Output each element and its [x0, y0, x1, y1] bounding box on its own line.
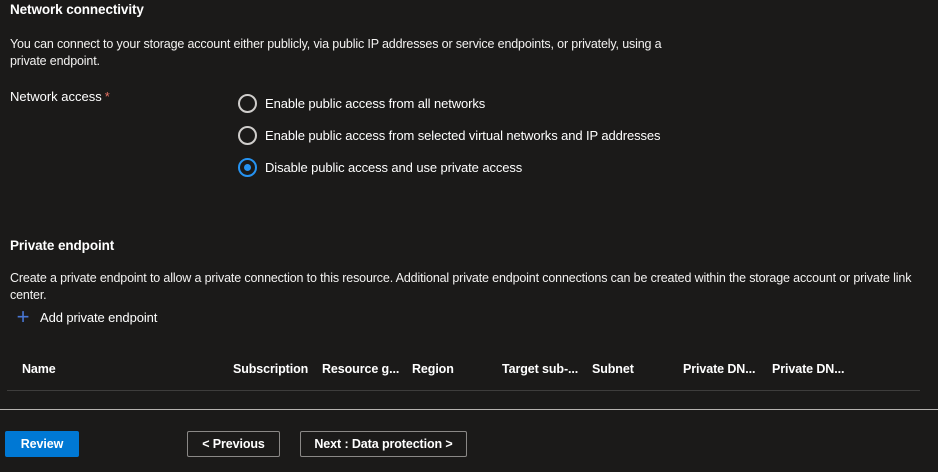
previous-button[interactable]: < Previous [187, 431, 280, 457]
radio-unselected-icon[interactable] [238, 94, 257, 113]
table-header-divider [7, 390, 920, 391]
private-endpoint-description: Create a private endpoint to allow a pri… [10, 270, 932, 304]
next-data-protection-button[interactable]: Next : Data protection > [300, 431, 467, 457]
column-header-resource-group: Resource g... [322, 362, 412, 376]
add-private-endpoint-label: Add private endpoint [40, 310, 157, 325]
radio-option-label: Enable public access from all networks [265, 96, 485, 111]
radio-dot [244, 164, 251, 171]
radio-option-label: Disable public access and use private ac… [265, 160, 522, 175]
network-access-radio-option[interactable]: Enable public access from all networks [238, 87, 660, 119]
column-header-region: Region [412, 362, 502, 376]
storage-account-networking-form: Network connectivity You can connect to … [0, 0, 938, 472]
column-header-name: Name [22, 362, 233, 376]
network-access-label-text: Network access [10, 89, 102, 104]
radio-dot [244, 132, 251, 139]
column-header-subnet: Subnet [592, 362, 683, 376]
network-access-radio-option[interactable]: Enable public access from selected virtu… [238, 119, 660, 151]
radio-dot [244, 100, 251, 107]
column-header-private-dns-1: Private DN... [683, 362, 772, 376]
radio-option-label: Enable public access from selected virtu… [265, 128, 660, 143]
add-private-endpoint-button[interactable]: + Add private endpoint [15, 308, 157, 326]
network-access-radio-option[interactable]: Disable public access and use private ac… [238, 151, 660, 183]
column-header-target-sub-resource: Target sub-... [502, 362, 592, 376]
footer-divider [0, 409, 938, 410]
column-header-private-dns-2: Private DN... [772, 362, 844, 376]
review-button[interactable]: Review [5, 431, 79, 457]
network-access-radio-group: Enable public access from all networks En… [238, 87, 660, 183]
private-endpoint-table-header: NameSubscriptionResource g...RegionTarge… [10, 362, 928, 376]
required-asterisk: * [105, 89, 110, 104]
network-access-label: Network access* [10, 89, 110, 104]
network-connectivity-description: You can connect to your storage account … [10, 36, 670, 70]
radio-selected-icon[interactable] [238, 158, 257, 177]
plus-icon: + [15, 308, 31, 326]
radio-unselected-icon[interactable] [238, 126, 257, 145]
network-connectivity-title: Network connectivity [10, 2, 144, 17]
column-header-subscription: Subscription [233, 362, 322, 376]
private-endpoint-title: Private endpoint [10, 238, 114, 253]
